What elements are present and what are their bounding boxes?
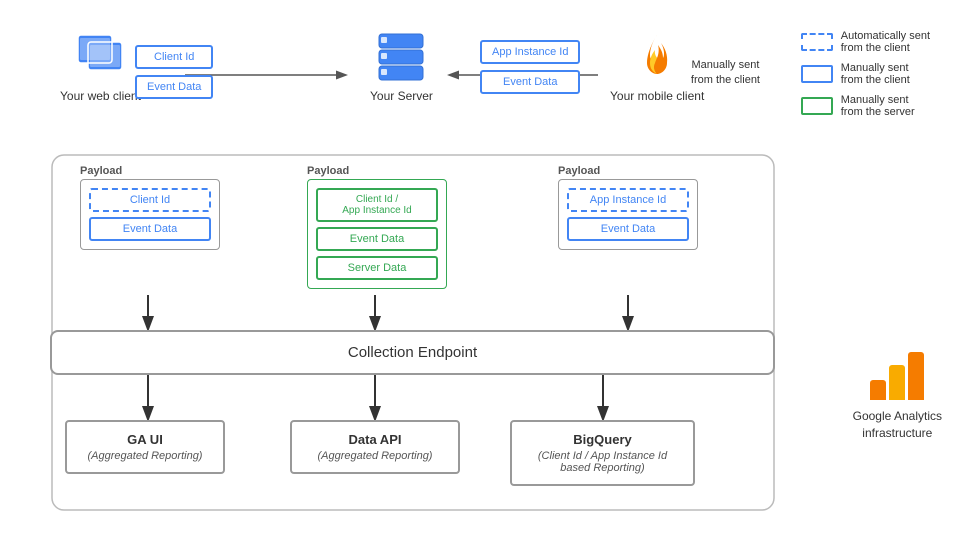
payload-server-event-data: Event Data [316, 227, 438, 251]
web-client-label: Your web client [60, 89, 141, 103]
payload-mobile-event-data: Event Data [567, 217, 689, 241]
payload-web-client-id: Client Id [89, 188, 211, 212]
payload-mobile: Payload App Instance Id Event Data [558, 165, 698, 250]
output-data-api-subtitle: (Aggregated Reporting) [302, 450, 448, 462]
output-data-api: Data API (Aggregated Reporting) [290, 420, 460, 474]
output-bigquery: BigQuery (Client Id / App Instance Idbas… [510, 420, 695, 486]
web-client: Your web client Client Id Event Data [60, 30, 141, 103]
mobile-client-icon [630, 30, 685, 85]
output-bigquery-title: BigQuery [522, 432, 683, 447]
web-client-id-box: Client Id [135, 45, 213, 69]
server-label: Your Server [370, 89, 433, 103]
payload-server-label: Payload [307, 165, 447, 177]
legend-box-auto [801, 33, 833, 51]
mobile-event-data-box: Event Data [480, 70, 580, 94]
legend-item-auto: Automatically sentfrom the client [801, 30, 930, 54]
payload-web-label: Payload [80, 165, 220, 177]
payload-server-client-id: Client Id /App Instance Id [316, 188, 438, 222]
collection-endpoint-label: Collection Endpoint [348, 344, 477, 361]
output-ga-ui: GA UI (Aggregated Reporting) [65, 420, 225, 474]
ga-bar-3 [908, 352, 924, 400]
legend-label-auto: Automatically sentfrom the client [841, 30, 930, 54]
payload-web: Payload Client Id Event Data [80, 165, 220, 250]
output-ga-ui-subtitle: (Aggregated Reporting) [77, 450, 213, 462]
server: Your Server [370, 30, 433, 103]
output-ga-ui-title: GA UI [77, 432, 213, 447]
legend-item-manual-server: Manually sentfrom the server [801, 94, 930, 118]
legend: Automatically sentfrom the client Manual… [801, 30, 930, 118]
output-data-api-title: Data API [302, 432, 448, 447]
legend-box-manual-server [801, 97, 833, 115]
ga-infrastructure: Google Analyticsinfrastructure [853, 350, 942, 442]
payload-web-event-data: Event Data [89, 217, 211, 241]
payload-server-box: Client Id /App Instance Id Event Data Se… [307, 179, 447, 289]
legend-box-manual-client [801, 65, 833, 83]
ga-infrastructure-label: Google Analyticsinfrastructure [853, 408, 942, 442]
ga-icon [870, 350, 924, 400]
server-icon [371, 30, 431, 85]
web-client-icon [70, 30, 130, 85]
collection-endpoint: Collection Endpoint [50, 330, 775, 375]
legend-label-manual-server: Manually sentfrom the server [841, 94, 915, 118]
output-bigquery-subtitle: (Client Id / App Instance Idbased Report… [522, 450, 683, 474]
mobile-client-label: Your mobile client [610, 89, 704, 103]
legend-label-manual-client: Manually sentfrom the client [841, 62, 910, 86]
payload-mobile-app-instance-id: App Instance Id [567, 188, 689, 212]
payload-server: Payload Client Id /App Instance Id Event… [307, 165, 447, 289]
payload-mobile-box: App Instance Id Event Data [558, 179, 698, 250]
ga-bar-2 [889, 365, 905, 400]
manually-sent-label: Manually sentfrom the client [691, 58, 760, 89]
web-event-data-box: Event Data [135, 75, 213, 99]
payload-web-box: Client Id Event Data [80, 179, 220, 250]
payload-server-server-data: Server Data [316, 256, 438, 280]
ga-bar-1 [870, 380, 886, 400]
legend-item-manual-client: Manually sentfrom the client [801, 62, 930, 86]
diagram: Automatically sentfrom the client Manual… [0, 0, 960, 540]
payload-mobile-label: Payload [558, 165, 698, 177]
mobile-app-instance-id-box: App Instance Id [480, 40, 580, 64]
